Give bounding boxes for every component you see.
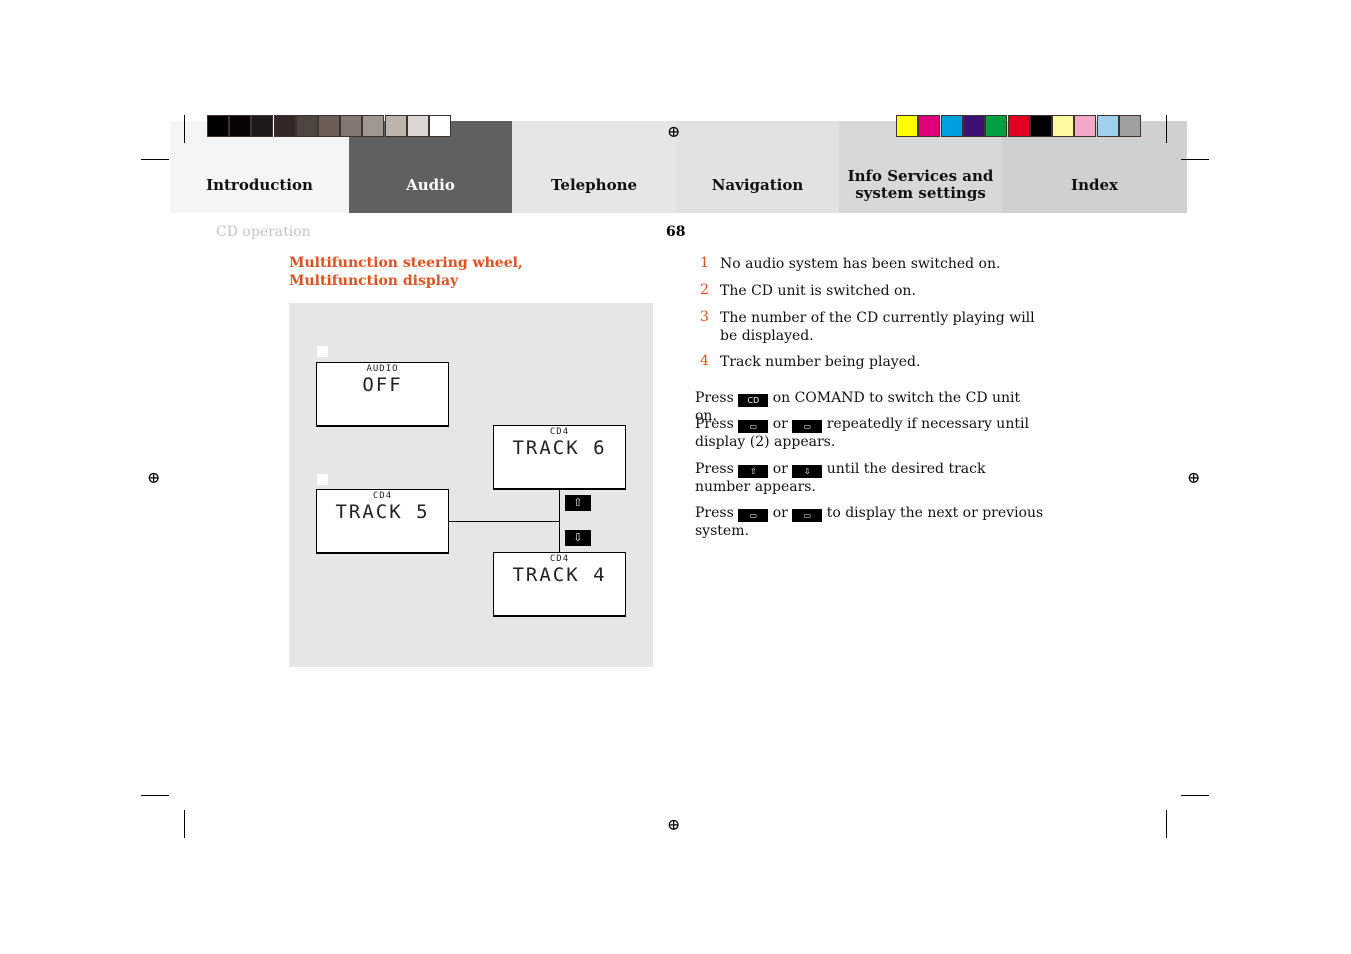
registration-mark-icon: ⊕	[1187, 468, 1201, 487]
swatch	[1074, 115, 1097, 137]
swatch	[340, 115, 363, 137]
swatch	[384, 115, 407, 137]
tab-introduction[interactable]: Introduction	[170, 137, 349, 213]
swatch	[1052, 115, 1075, 137]
callout-marker	[317, 346, 328, 357]
list-item: No audio system has been switched on.	[720, 256, 1001, 272]
swatch	[406, 115, 429, 137]
list-number: 4	[700, 353, 709, 369]
display-label: AUDIO	[366, 364, 399, 374]
swatch	[1029, 115, 1052, 137]
display-track-6: CD4 TRACK 6	[493, 425, 626, 490]
crop-mark	[1181, 159, 1209, 160]
crop-mark	[1181, 795, 1209, 796]
display-audio-off: AUDIO OFF	[316, 362, 449, 427]
swatch	[362, 115, 385, 137]
crop-mark	[141, 159, 169, 160]
instruction-3: Press ⇧ or ⇩ until the desired track num…	[695, 461, 986, 495]
registration-mark-icon: ⊕	[667, 122, 681, 141]
callout-marker	[317, 474, 328, 485]
list-number: 1	[700, 255, 709, 271]
display-label: CD4	[549, 427, 570, 437]
connector-line	[448, 521, 559, 522]
swatch	[896, 115, 918, 137]
display-track-5: CD4 TRACK 5	[316, 489, 449, 554]
crop-mark	[1166, 810, 1167, 838]
display-diagram: AUDIO OFF CD4 TRACK 5 CD4 TRACK 6 CD4 TRACK …	[289, 303, 653, 667]
crop-mark	[141, 795, 169, 796]
swatch	[251, 115, 274, 137]
swatch	[1007, 115, 1030, 137]
next-system-key-icon: ▭	[738, 509, 769, 522]
display-value: OFF	[362, 374, 403, 396]
display-label: CD4	[372, 491, 393, 501]
swatch	[962, 115, 985, 137]
swatch	[429, 115, 451, 137]
tab-telephone[interactable]: Telephone	[512, 121, 676, 213]
swatch	[207, 115, 229, 137]
page-number: 68	[666, 224, 686, 240]
previous-system-key-icon: ▭	[792, 509, 823, 522]
list-number: 2	[700, 282, 709, 298]
up-arrow-icon: ⇧	[565, 495, 591, 511]
down-key-icon: ⇩	[792, 465, 823, 478]
crop-mark	[184, 810, 185, 838]
previous-system-key-icon: ▭	[792, 420, 823, 433]
crop-mark	[184, 115, 185, 143]
swatch	[940, 115, 963, 137]
registration-mark-icon: ⊕	[667, 815, 681, 834]
crop-mark	[1166, 115, 1167, 143]
swatch	[985, 115, 1008, 137]
instruction-2: Press ▭ or ▭ repeatedly if necessary unt…	[695, 416, 1029, 450]
section-title: CD operation	[216, 224, 311, 240]
registration-mark-icon: ⊕	[147, 468, 161, 487]
list-number: 3	[700, 309, 709, 325]
list-item: The number of the CD currently playing w…	[720, 310, 1035, 344]
swatch	[318, 115, 340, 137]
display-value: TRACK 6	[512, 437, 607, 459]
next-system-key-icon: ▭	[738, 420, 769, 433]
down-arrow-icon: ⇩	[565, 530, 591, 546]
display-track-4: CD4 TRACK 4	[493, 552, 626, 617]
display-value: TRACK 5	[335, 501, 430, 523]
swatch	[229, 115, 252, 137]
swatch	[273, 115, 296, 137]
swatch	[1096, 115, 1119, 137]
display-value: TRACK 4	[512, 564, 607, 586]
heading: Multifunction steering wheel, Multifunct…	[289, 255, 523, 289]
instruction-4: Press ▭ or ▭ to display the next or prev…	[695, 505, 1044, 539]
swatch	[295, 115, 318, 137]
up-key-icon: ⇧	[738, 465, 769, 478]
display-label: CD4	[549, 554, 570, 564]
list-item: The CD unit is switched on.	[720, 283, 916, 299]
swatch	[1119, 115, 1141, 137]
connector-line	[559, 489, 560, 552]
cd-key-icon: CD	[738, 394, 769, 407]
tab-navigation[interactable]: Navigation	[676, 121, 839, 213]
list-item: Track number being played.	[720, 354, 921, 370]
swatch	[918, 115, 941, 137]
